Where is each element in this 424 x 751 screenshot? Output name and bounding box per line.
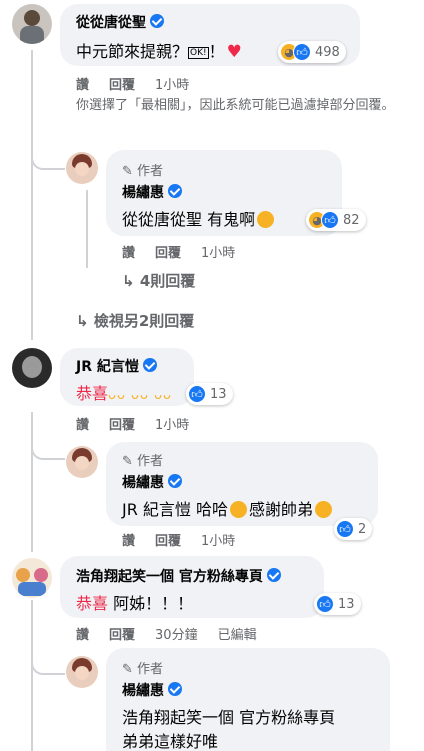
ok-emoji-icon: OK! <box>188 47 209 59</box>
avatar[interactable] <box>12 558 52 598</box>
verified-icon <box>168 184 182 198</box>
pencil-icon: ✎ <box>122 662 133 677</box>
view-more-replies-link[interactable]: ↳ 檢視另2則回覆 <box>76 310 194 331</box>
thread-line <box>31 50 33 340</box>
avatar[interactable] <box>12 348 52 388</box>
author-tag: ✎ 作者 <box>122 454 164 469</box>
reply-button[interactable]: 回覆 <box>109 418 135 433</box>
reply-mention[interactable]: 浩角翔起笑一個 官方粉絲專頁 <box>122 704 335 728</box>
author-tag: ✎ 作者 <box>122 662 164 677</box>
like-reaction-icon: 👍︎ <box>321 211 339 229</box>
commenter-name[interactable]: 楊繡惠 <box>122 472 182 492</box>
reply-arrow-icon: ↳ <box>76 312 89 330</box>
thread-curve <box>31 440 65 460</box>
reaction-count: 13 <box>210 386 227 402</box>
reaction-count: 498 <box>315 44 340 60</box>
verified-icon <box>168 682 182 696</box>
more-replies-link[interactable]: ↳ 4則回覆 <box>122 270 195 291</box>
thread-line <box>31 600 33 751</box>
avatar[interactable] <box>12 4 52 44</box>
reply-arrow-icon: ↳ <box>122 272 135 290</box>
like-button[interactable]: 讚 <box>122 246 135 261</box>
reaction-count: 2 <box>358 521 367 537</box>
commenter-name[interactable]: 浩角翔起笑一個 官方粉絲專頁 <box>76 566 281 586</box>
like-reaction-icon: 👍︎ <box>336 520 354 538</box>
like-reaction-icon: 👍︎ <box>293 43 311 61</box>
grinning-emoji-icon <box>230 501 248 518</box>
mention[interactable]: 從從唐從聖 <box>122 210 202 229</box>
heart-emoji-icon: ♥ <box>226 42 242 62</box>
reply-text: JR 紀言愷 哈哈 感謝帥弟 <box>122 496 334 520</box>
thread-line <box>31 412 33 552</box>
commenter-name[interactable]: JR 紀言愷 <box>76 356 157 376</box>
reply-button[interactable]: 回覆 <box>109 78 135 93</box>
edited-label: 已編輯 <box>217 628 257 643</box>
reaction-summary[interactable]: ◕ 👍︎ 498 <box>278 41 346 63</box>
like-reaction-icon: 👍︎ <box>188 385 206 403</box>
verified-icon <box>150 14 164 28</box>
reaction-summary[interactable]: 👍︎ 13 <box>186 383 233 405</box>
author-tag: ✎ 作者 <box>122 164 164 179</box>
thread-curve <box>86 190 88 268</box>
kiss-emoji-icon <box>315 501 333 518</box>
reaction-summary[interactable]: ◕ 👍︎ 82 <box>306 209 366 231</box>
timestamp[interactable]: 1小時 <box>201 246 235 261</box>
reply-actions: 讚 回覆 1小時 <box>122 530 255 549</box>
like-button[interactable]: 讚 <box>76 628 89 643</box>
reaction-summary[interactable]: 👍︎ 13 <box>314 593 361 615</box>
reaction-summary[interactable]: 👍︎ 2 <box>334 518 373 540</box>
thread-curve <box>31 150 65 170</box>
reply-button[interactable]: 回覆 <box>109 628 135 643</box>
avatar[interactable] <box>66 446 98 478</box>
reply-button[interactable]: 回覆 <box>155 246 181 261</box>
timestamp[interactable]: 30分鐘 <box>155 628 198 643</box>
verified-icon <box>266 568 281 582</box>
like-button[interactable]: 讚 <box>76 78 89 93</box>
thread-curve <box>31 655 65 675</box>
reply-text: 從從唐從聖 有鬼啊 <box>122 206 276 230</box>
heart-hands-emoji-icon: ᴗᴗ ᴗᴗ ᴗᴗ <box>108 388 173 403</box>
verified-icon <box>168 474 182 488</box>
commenter-name[interactable]: 從從唐從聖 <box>76 12 164 32</box>
comment-actions: 讚 回覆 30分鐘 已編輯 <box>76 624 277 643</box>
timestamp[interactable]: 1小時 <box>155 78 189 93</box>
commenter-name[interactable]: 楊繡惠 <box>122 680 182 700</box>
timestamp[interactable]: 1小時 <box>155 418 189 433</box>
filter-notice: 你選擇了「最相關」，因此系統可能已過濾掉部分回覆。 <box>76 98 395 113</box>
verified-icon <box>142 358 157 372</box>
reply-button[interactable]: 回覆 <box>155 534 181 549</box>
pencil-icon: ✎ <box>122 454 133 469</box>
comment-text: 恭喜 阿姊！！！ <box>76 594 194 613</box>
pencil-icon: ✎ <box>122 164 133 179</box>
reply-actions: 讚 回覆 1小時 <box>122 242 255 261</box>
reaction-count: 13 <box>338 596 355 612</box>
reply-text: 弟弟這樣好唯 <box>122 732 219 751</box>
reaction-count: 82 <box>343 212 360 228</box>
avatar[interactable] <box>66 152 98 184</box>
comment-text: 恭喜ᴗᴗ ᴗᴗ ᴗᴗ <box>76 384 173 403</box>
commenter-name[interactable]: 楊繡惠 <box>122 182 182 202</box>
like-button[interactable]: 讚 <box>76 418 89 433</box>
like-reaction-icon: 👍︎ <box>316 595 334 613</box>
laughing-emoji-icon <box>257 211 275 228</box>
mention[interactable]: JR 紀言愷 <box>122 500 191 519</box>
timestamp[interactable]: 1小時 <box>201 534 235 549</box>
like-button[interactable]: 讚 <box>122 534 135 549</box>
comment-actions: 讚 回覆 1小時 <box>76 414 209 433</box>
comment-actions: 讚 回覆 1小時 <box>76 74 209 93</box>
comment-text: 中元節來提親？ OK!！ ♥ <box>76 42 242 62</box>
avatar[interactable] <box>66 656 98 688</box>
